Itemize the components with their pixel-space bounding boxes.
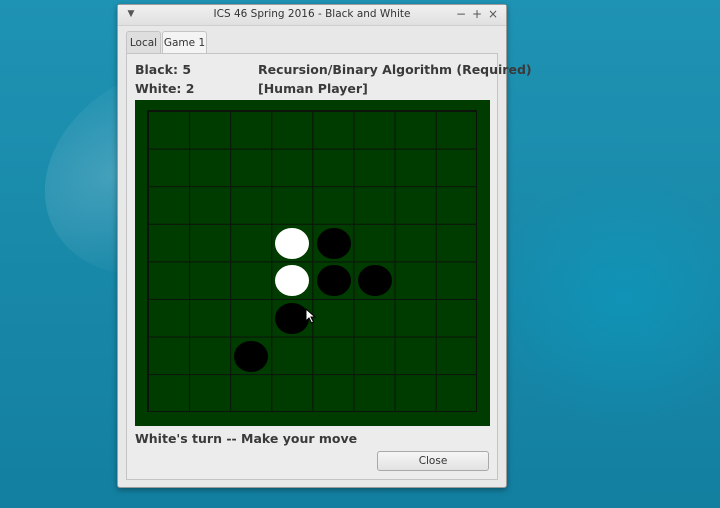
black-piece — [316, 227, 351, 259]
black-score: Black: 5 — [135, 62, 192, 77]
board-area — [135, 100, 490, 426]
minimize-icon[interactable]: − — [454, 7, 468, 21]
close-icon[interactable]: × — [486, 7, 500, 21]
black-piece — [357, 265, 392, 297]
title-bar[interactable]: ▼ ICS 46 Spring 2016 - Black and White −… — [118, 5, 506, 26]
tab-local[interactable]: Local — [126, 31, 161, 53]
tab-game-1[interactable]: Game 1 — [162, 31, 207, 54]
white-player-label: [Human Player] — [258, 81, 368, 96]
black-piece — [316, 265, 351, 297]
close-button[interactable]: Close — [377, 451, 489, 471]
white-piece — [275, 265, 310, 297]
mouse-cursor-icon — [305, 308, 317, 324]
white-score: White: 2 — [135, 81, 195, 96]
game-window: ▼ ICS 46 Spring 2016 - Black and White −… — [117, 4, 532, 488]
window-title: ICS 46 Spring 2016 - Black and White — [213, 8, 411, 20]
game-panel: Black: 5 White: 2 Recursion/Binary Algor… — [126, 53, 532, 480]
turn-status: White's turn -- Make your move — [135, 431, 358, 446]
desktop-glow — [480, 170, 720, 430]
maximize-icon[interactable]: + — [470, 7, 484, 21]
black-player-label: Recursion/Binary Algorithm (Required) — [258, 62, 532, 77]
black-piece — [234, 340, 269, 372]
white-piece — [275, 227, 310, 259]
othello-board[interactable] — [147, 110, 477, 412]
